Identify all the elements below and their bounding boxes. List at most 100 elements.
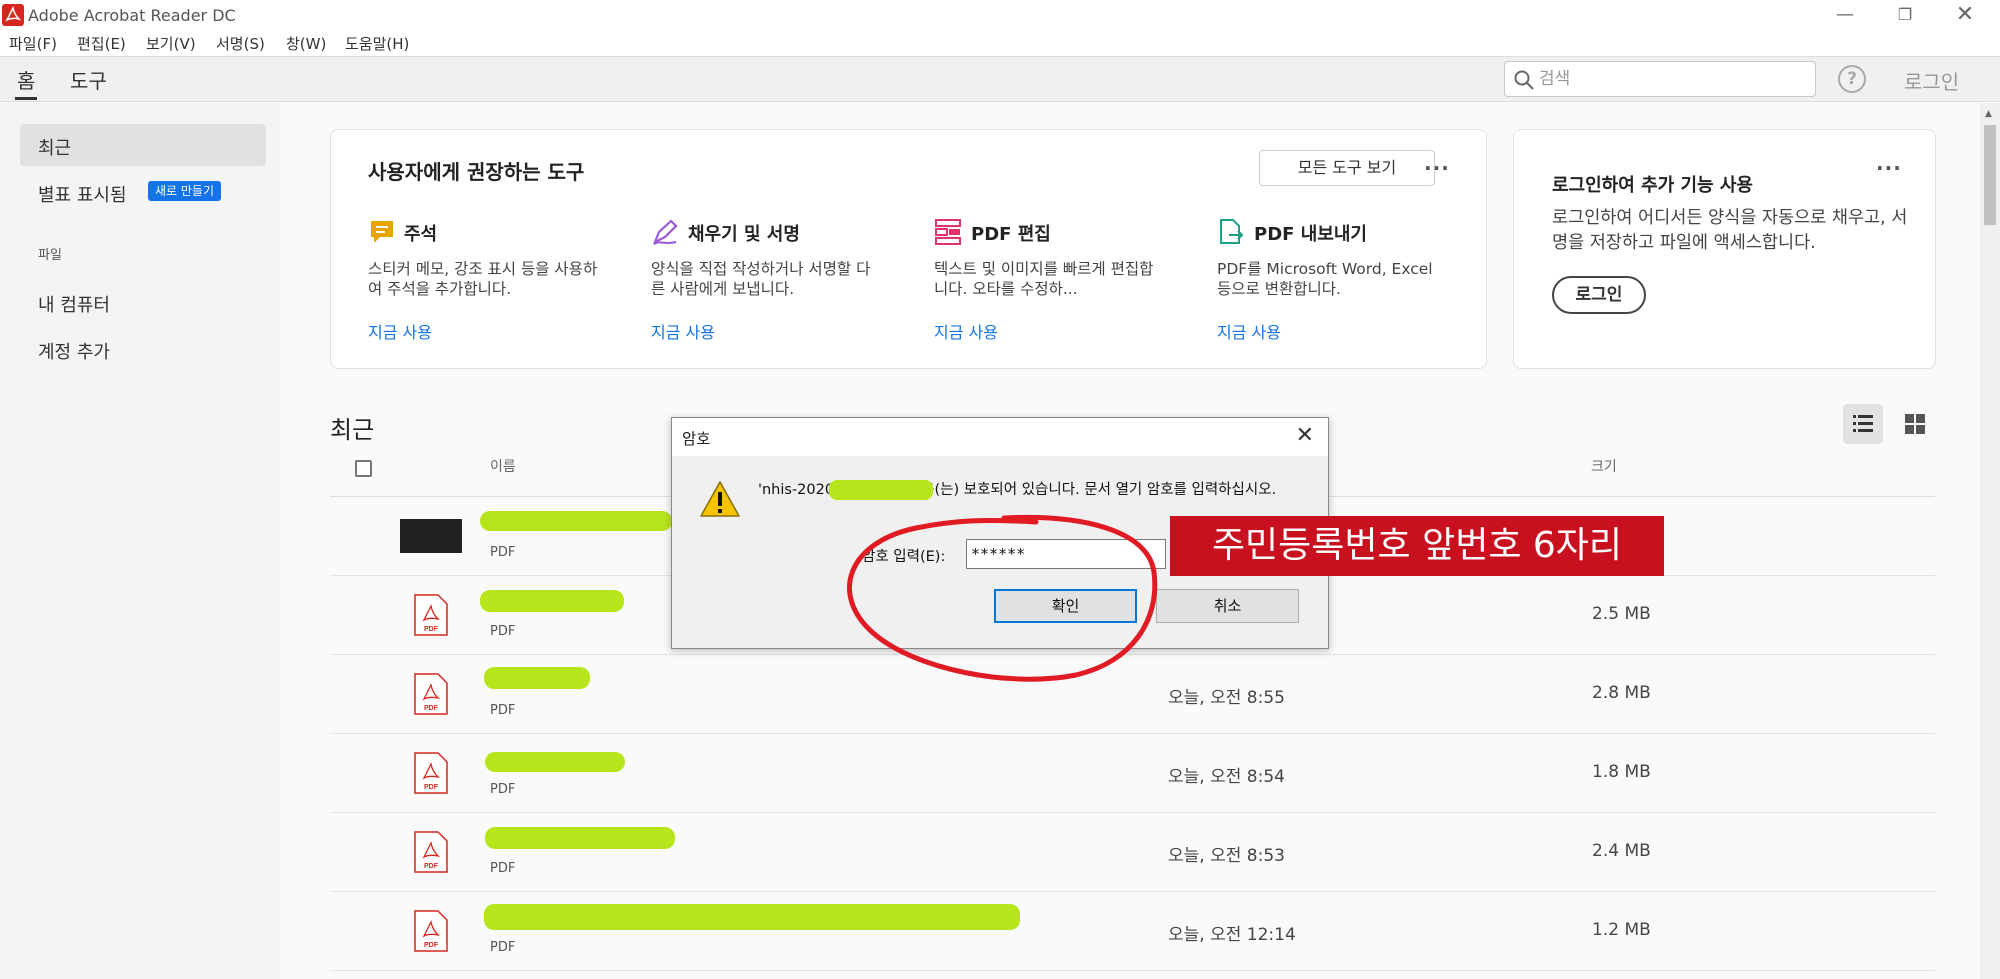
- sidebar-item-my-computer[interactable]: 내 컴퓨터: [38, 291, 110, 317]
- file-opened-time: 오늘, 오전 8:55: [1168, 688, 1285, 708]
- file-opened-time: 오늘, 오전 12:14: [1168, 925, 1296, 945]
- pdf-file-icon: PDF: [414, 752, 448, 794]
- tool-name-fill-sign[interactable]: 채우기 및 서명: [688, 220, 800, 246]
- file-opened-time: 오늘, 오전 8:54: [1168, 767, 1285, 787]
- sidebar-section-files: 파일: [38, 248, 62, 263]
- close-icon[interactable]: ✕: [1942, 0, 1988, 30]
- login-link[interactable]: 로그인: [1904, 66, 1959, 95]
- pdf-file-icon: PDF: [414, 910, 448, 952]
- redaction-mark: [485, 827, 675, 849]
- title-bar: Adobe Acrobat Reader DC — ❐ ✕: [0, 0, 2000, 30]
- scroll-up-icon[interactable]: ▲: [1985, 109, 1992, 119]
- list-view-button[interactable]: [1843, 404, 1883, 444]
- tool-link-edit-pdf[interactable]: 지금 사용: [934, 319, 998, 343]
- search-input[interactable]: [1539, 68, 1799, 90]
- redaction-mark: [480, 590, 624, 612]
- redaction-mark: [829, 480, 933, 500]
- login-card-title: 로그인하여 추가 기능 사용: [1552, 175, 1753, 196]
- help-icon[interactable]: ?: [1838, 65, 1866, 93]
- menu-bar: 파일(F) 편집(E) 보기(V) 서명(S) 창(W) 도움말(H): [0, 30, 2000, 56]
- file-type: PDF: [490, 782, 516, 797]
- restore-icon[interactable]: ❐: [1882, 0, 1928, 30]
- tools-more-icon[interactable]: ···: [1424, 156, 1450, 180]
- svg-text:PDF: PDF: [424, 942, 439, 949]
- tab-bar: 홈 도구 ? 로그인: [0, 56, 2000, 102]
- active-tab-indicator: [15, 97, 37, 100]
- login-card-desc: 로그인하여 어디서든 양식을 자동으로 채우고, 서명을 저장하고 파일에 액세…: [1552, 208, 1908, 253]
- sidebar-item-starred[interactable]: 별표 표시됨: [38, 181, 127, 207]
- file-type: PDF: [490, 545, 516, 560]
- col-header-name[interactable]: 이름: [490, 456, 516, 476]
- login-button[interactable]: 로그인: [1552, 276, 1646, 314]
- scrollbar[interactable]: ▲: [1980, 103, 2000, 979]
- select-all-checkbox[interactable]: [355, 460, 372, 477]
- tool-desc-edit-pdf: 텍스트 및 이미지를 빠르게 편집합니다. 오타를 수정하...: [934, 260, 1154, 298]
- tool-link-fill-sign[interactable]: 지금 사용: [651, 319, 715, 343]
- table-row[interactable]: PDF PDF 오늘, 오전 8:53 2.4 MB: [330, 813, 1935, 892]
- file-size: 2.5 MB: [1592, 604, 1651, 624]
- annotation-label: 주민등록번호 앞번호 6자리: [1170, 516, 1664, 576]
- file-thumbnail: [400, 519, 462, 553]
- file-opened-time: 오늘, 오전 8:53: [1168, 846, 1285, 866]
- scroll-thumb[interactable]: [1984, 125, 1996, 225]
- svg-text:PDF: PDF: [424, 784, 439, 791]
- minimize-icon[interactable]: —: [1822, 0, 1868, 30]
- pdf-file-icon: PDF: [414, 831, 448, 873]
- col-header-size[interactable]: 크기: [1591, 456, 1617, 476]
- file-type: PDF: [490, 940, 516, 955]
- sidebar: 최근 별표 표시됨 새로 만들기 파일 내 컴퓨터 계정 추가: [0, 103, 280, 979]
- menu-help[interactable]: 도움말(H): [345, 33, 409, 54]
- redaction-mark: [484, 904, 1020, 930]
- tool-name-edit-pdf[interactable]: PDF 편집: [971, 220, 1051, 246]
- tool-link-export-pdf[interactable]: 지금 사용: [1217, 319, 1281, 343]
- file-type: PDF: [490, 861, 516, 876]
- all-tools-button[interactable]: 모든 도구 보기: [1259, 150, 1435, 186]
- svg-text:PDF: PDF: [424, 626, 439, 633]
- search-box[interactable]: [1504, 61, 1816, 97]
- menu-file[interactable]: 파일(F): [9, 33, 57, 54]
- tool-name-export-pdf[interactable]: PDF 내보내기: [1254, 220, 1367, 246]
- dialog-title: 암호: [682, 430, 711, 448]
- edit-pdf-icon: [935, 219, 961, 245]
- table-row[interactable]: PDF PDF 오늘, 오전 12:14 1.2 MB: [330, 892, 1935, 971]
- tab-home[interactable]: 홈: [17, 65, 35, 94]
- redaction-mark: [484, 667, 590, 689]
- file-size: 2.8 MB: [1592, 683, 1651, 703]
- sidebar-item-recent-label[interactable]: 최근: [38, 134, 71, 160]
- svg-text:PDF: PDF: [424, 863, 439, 870]
- new-badge: 새로 만들기: [148, 181, 222, 201]
- search-icon: [1514, 70, 1534, 90]
- tool-desc-fill-sign: 양식을 직접 작성하거나 서명할 다른 사람에게 보냅니다.: [651, 260, 871, 298]
- menu-sign[interactable]: 서명(S): [216, 33, 265, 54]
- file-size: 2.4 MB: [1592, 841, 1651, 861]
- redaction-mark: [480, 511, 672, 531]
- dialog-titlebar: 암호 ✕: [672, 418, 1328, 456]
- tools-card-title: 사용자에게 권장하는 도구: [368, 160, 585, 184]
- sidebar-item-add-account[interactable]: 계정 추가: [38, 338, 110, 364]
- pdf-file-icon: PDF: [414, 594, 448, 636]
- tool-link-comment[interactable]: 지금 사용: [368, 319, 432, 343]
- pdf-file-icon: PDF: [414, 673, 448, 715]
- annotation-circle: [847, 514, 1158, 682]
- file-type: PDF: [490, 624, 516, 639]
- tab-tools[interactable]: 도구: [70, 65, 107, 94]
- fill-sign-icon: [652, 219, 678, 245]
- menu-window[interactable]: 창(W): [286, 33, 326, 54]
- menu-edit[interactable]: 편집(E): [77, 33, 126, 54]
- tool-desc-comment: 스티커 메모, 강조 표시 등을 사용하여 주석을 추가합니다.: [368, 260, 598, 298]
- warning-icon: [700, 481, 740, 517]
- window-title: Adobe Acrobat Reader DC: [28, 6, 236, 25]
- comment-icon: [371, 221, 393, 243]
- recent-title: 최근: [330, 416, 375, 444]
- file-size: 1.2 MB: [1592, 920, 1651, 940]
- list-view-icon: [1853, 415, 1873, 432]
- tool-name-comment[interactable]: 주석: [404, 220, 437, 246]
- grid-view-icon: [1905, 414, 1925, 434]
- grid-view-button[interactable]: [1895, 404, 1935, 444]
- dialog-close-icon[interactable]: ✕: [1296, 423, 1314, 448]
- cancel-button[interactable]: 취소: [1156, 589, 1299, 623]
- file-type: PDF: [490, 703, 516, 718]
- login-more-icon[interactable]: ···: [1876, 156, 1902, 180]
- menu-view[interactable]: 보기(V): [146, 33, 196, 54]
- table-row[interactable]: PDF PDF 오늘, 오전 8:54 1.8 MB: [330, 734, 1935, 813]
